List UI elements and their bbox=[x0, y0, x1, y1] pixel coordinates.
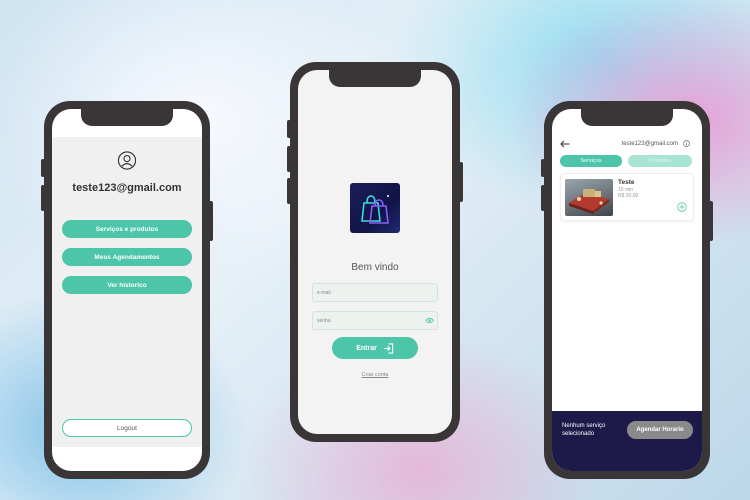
welcome-title: Bem vindo bbox=[351, 262, 399, 273]
selection-footer: Nenhum serviço selecionado Agendar Horar… bbox=[552, 411, 702, 471]
notch bbox=[581, 109, 673, 126]
services-products-button[interactable]: Serviços e produtos bbox=[62, 220, 192, 238]
shopping-bag-icon bbox=[361, 195, 389, 224]
service-image bbox=[565, 179, 613, 216]
my-appointments-button[interactable]: Meus Agendamentos bbox=[62, 248, 192, 266]
phone-login: Bem vindo e-mail senha Entrar Criar cont… bbox=[287, 62, 463, 442]
selection-status: Nenhum serviço selecionado bbox=[562, 423, 606, 437]
app-logo bbox=[350, 183, 400, 233]
service-price: R$ 20,00 bbox=[618, 193, 639, 199]
email-placeholder: e-mail bbox=[317, 289, 331, 296]
login-label: Entrar bbox=[356, 344, 377, 352]
menu-screen: teste123@gmail.com Serviços e produtos M… bbox=[52, 109, 202, 471]
service-title: Teste bbox=[618, 179, 635, 186]
phone-services: teste123@gmail.com Serviços Produtos Tes bbox=[541, 101, 713, 479]
menu-panel: teste123@gmail.com Serviços e produtos M… bbox=[52, 137, 202, 447]
email-input[interactable]: e-mail bbox=[312, 283, 438, 302]
user-circle-icon bbox=[117, 151, 137, 170]
user-email: teste123@gmail.com bbox=[72, 182, 182, 194]
login-screen: Bem vindo e-mail senha Entrar Criar cont… bbox=[298, 70, 452, 434]
service-card[interactable]: Teste 15 min R$ 20,00 bbox=[560, 173, 694, 221]
info-icon[interactable] bbox=[683, 140, 690, 147]
create-account-link[interactable]: Criar conta bbox=[298, 372, 452, 378]
password-placeholder: senha bbox=[317, 317, 331, 324]
user-email: teste123@gmail.com bbox=[621, 141, 678, 147]
tab-products[interactable]: Produtos bbox=[628, 155, 692, 167]
login-arrow-icon bbox=[383, 342, 393, 354]
tab-services[interactable]: Serviços bbox=[560, 155, 622, 167]
history-button[interactable]: Ver historico bbox=[62, 276, 192, 294]
services-screen: teste123@gmail.com Serviços Produtos Tes bbox=[552, 109, 702, 471]
arrow-left-icon[interactable] bbox=[560, 140, 570, 148]
login-button[interactable]: Entrar bbox=[332, 337, 418, 359]
notch bbox=[329, 70, 421, 87]
password-input[interactable]: senha bbox=[312, 311, 438, 330]
schedule-button[interactable]: Agendar Horario bbox=[627, 421, 693, 439]
eye-icon[interactable] bbox=[425, 317, 434, 324]
plus-circle-icon[interactable] bbox=[677, 202, 687, 212]
phone-menu: teste123@gmail.com Serviços e produtos M… bbox=[41, 101, 213, 479]
notch bbox=[81, 109, 173, 126]
logout-button[interactable]: Logout bbox=[62, 419, 192, 437]
